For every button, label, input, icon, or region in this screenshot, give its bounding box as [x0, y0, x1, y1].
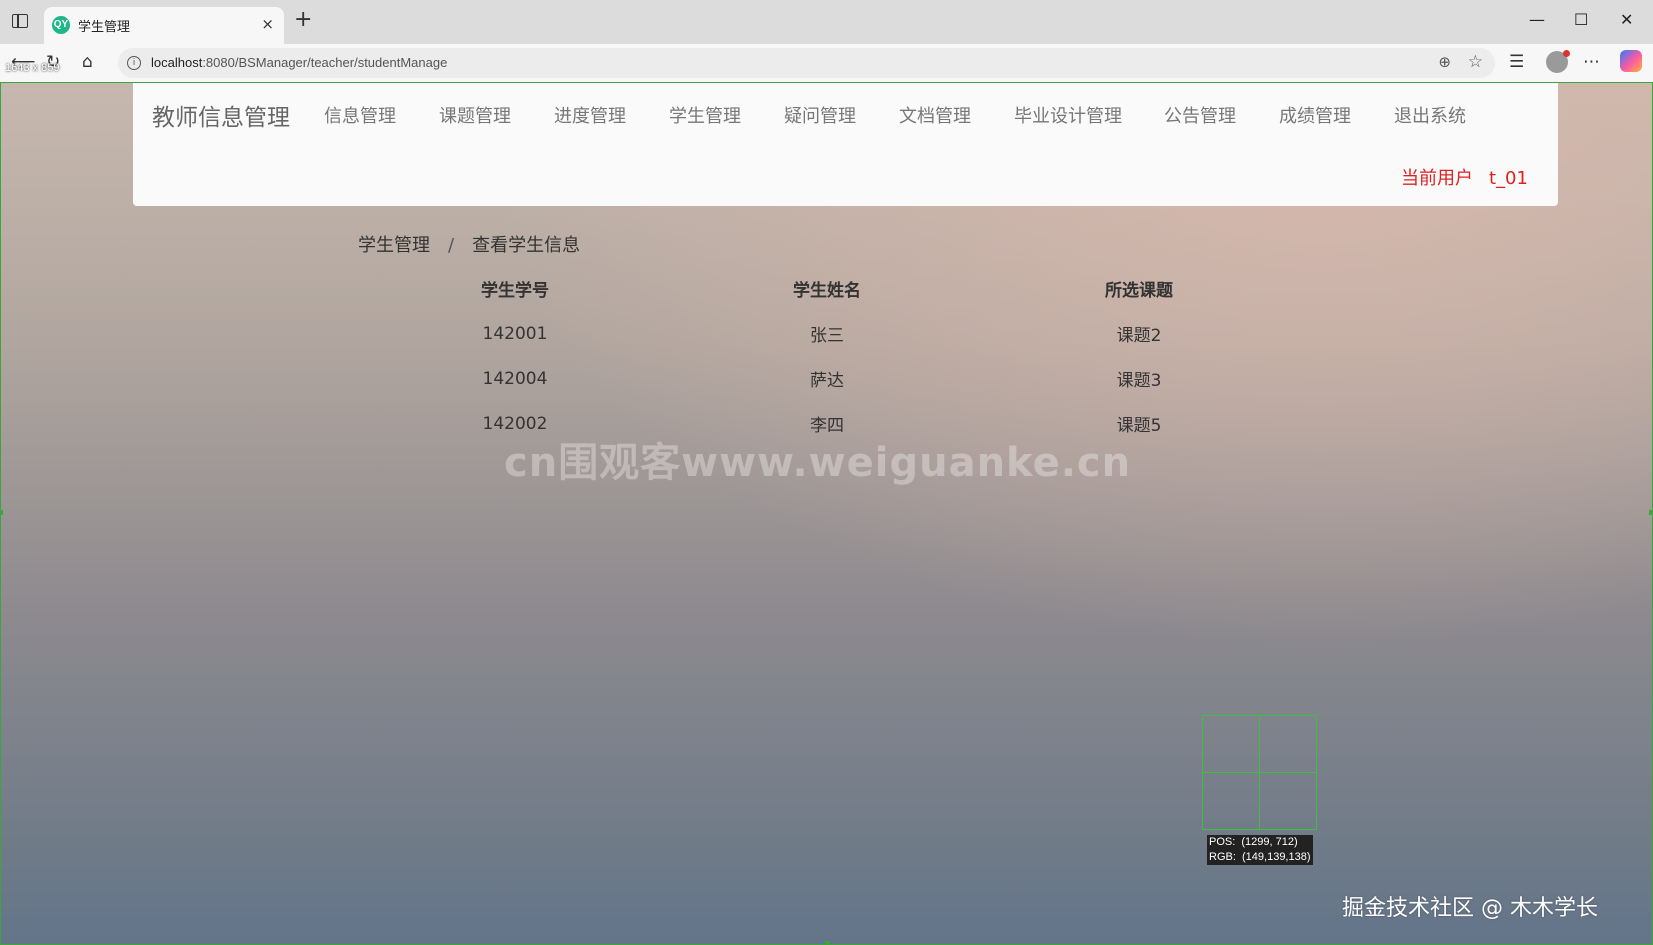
favorite-star-icon[interactable]: ☆ — [1468, 52, 1483, 72]
new-tab-button[interactable]: + — [294, 8, 312, 32]
brand-title[interactable]: 教师信息管理 — [152, 98, 290, 132]
url-path: :8080/BSManager/teacher/studentManage — [202, 55, 448, 70]
favicon-icon: QY — [52, 16, 70, 34]
menu-item-graduation-design[interactable]: 毕业设计管理 — [1014, 102, 1122, 128]
current-user: 当前用户 t_01 — [1401, 164, 1528, 190]
url-host: localhost — [151, 55, 203, 70]
student-id-cell: 142001 — [482, 323, 548, 344]
watermark-text: cn围观客www.weiguanke.cn — [504, 440, 1132, 486]
profile-icon[interactable] — [1546, 50, 1570, 73]
zoom-icon[interactable]: ⊕ — [1438, 53, 1451, 71]
tab-close-icon[interactable]: × — [261, 15, 274, 33]
topic-cell: 课题3 — [1116, 371, 1162, 391]
current-user-value: t_01 — [1489, 168, 1528, 189]
copilot-icon[interactable] — [1620, 50, 1642, 72]
top-navbar: 教师信息管理 信息管理 课题管理 进度管理 学生管理 疑问管理 文档管理 毕业设… — [133, 83, 1558, 206]
student-name-cell: 萨达 — [810, 371, 844, 391]
current-user-label: 当前用户 — [1401, 168, 1473, 189]
menu-item-grades[interactable]: 成绩管理 — [1279, 102, 1351, 128]
menu-item-progress[interactable]: 进度管理 — [554, 102, 626, 128]
rgb-readout: RGB: (149,139,138) — [1209, 851, 1311, 863]
student-table: 学生学号 学生姓名 所选课题 142001 张三 课题2 142004 萨达 课… — [359, 266, 1295, 446]
menu-item-logout[interactable]: 退出系统 — [1394, 102, 1466, 128]
info-icon[interactable]: i — [127, 56, 141, 70]
tab-title: 学生管理 — [78, 20, 131, 35]
topic-cell: 课题2 — [1116, 326, 1162, 346]
url-input[interactable]: i localhost:8080/BSManager/teacher/stude… — [118, 48, 1495, 78]
menu-item-student[interactable]: 学生管理 — [669, 102, 741, 128]
url-text: localhost:8080/BSManager/teacher/student… — [151, 55, 447, 70]
student-name-cell: 张三 — [810, 326, 844, 346]
column-header-student-id: 学生学号 — [481, 281, 549, 301]
tab-actions-icon[interactable] — [12, 14, 28, 28]
table-row: 142004 萨达 课题3 — [359, 356, 1295, 401]
favorites-icon[interactable]: ☰ — [1509, 52, 1524, 72]
close-window-button[interactable]: ✕ — [1620, 10, 1633, 29]
home-icon[interactable]: ⌂ — [82, 52, 93, 72]
maximize-button[interactable]: ☐ — [1574, 10, 1588, 29]
pos-readout: POS: (1299, 712) — [1209, 836, 1298, 848]
menu-item-question[interactable]: 疑问管理 — [784, 102, 856, 128]
menu-item-document[interactable]: 文档管理 — [899, 102, 971, 128]
resize-handle[interactable] — [825, 941, 830, 944]
color-picker-readout: POS: (1299, 712) RGB: (149,139,138) — [1207, 835, 1313, 865]
address-toolbar: ⟵ ↻ ⌂ i localhost:8080/BSManager/teacher… — [0, 44, 1653, 82]
dimension-label: 1643 x 859 — [5, 62, 60, 74]
footer-credit-watermark: 掘金技术社区 @ 木木学长 — [1342, 896, 1598, 921]
column-header-topic: 所选课题 — [1105, 281, 1173, 301]
minimize-button[interactable]: — — [1529, 10, 1545, 29]
column-header-student-name: 学生姓名 — [793, 281, 861, 301]
breadcrumb-separator: / — [448, 235, 455, 256]
resize-handle[interactable] — [1, 510, 3, 515]
breadcrumb-parent[interactable]: 学生管理 — [358, 235, 430, 256]
student-id-cell: 142004 — [482, 368, 548, 389]
breadcrumb: 学生管理 / 查看学生信息 — [358, 231, 580, 257]
table-row: 142001 张三 课题2 — [359, 311, 1295, 356]
color-picker-magnifier — [1202, 715, 1317, 830]
menu-item-info[interactable]: 信息管理 — [324, 102, 396, 128]
table-header-row: 学生学号 学生姓名 所选课题 — [359, 266, 1295, 311]
resize-handle[interactable] — [1649, 510, 1652, 515]
browser-tab-bar: QY 学生管理 × + — ☐ ✕ — [0, 0, 1653, 44]
breadcrumb-current: 查看学生信息 — [472, 235, 581, 256]
browser-tab-active[interactable]: QY 学生管理 × — [44, 7, 284, 44]
menu-item-topic[interactable]: 课题管理 — [439, 102, 511, 128]
page-viewport: 教师信息管理 信息管理 课题管理 进度管理 学生管理 疑问管理 文档管理 毕业设… — [0, 82, 1653, 945]
more-icon[interactable]: ⋯ — [1583, 52, 1600, 72]
menu-item-announcement[interactable]: 公告管理 — [1164, 102, 1236, 128]
